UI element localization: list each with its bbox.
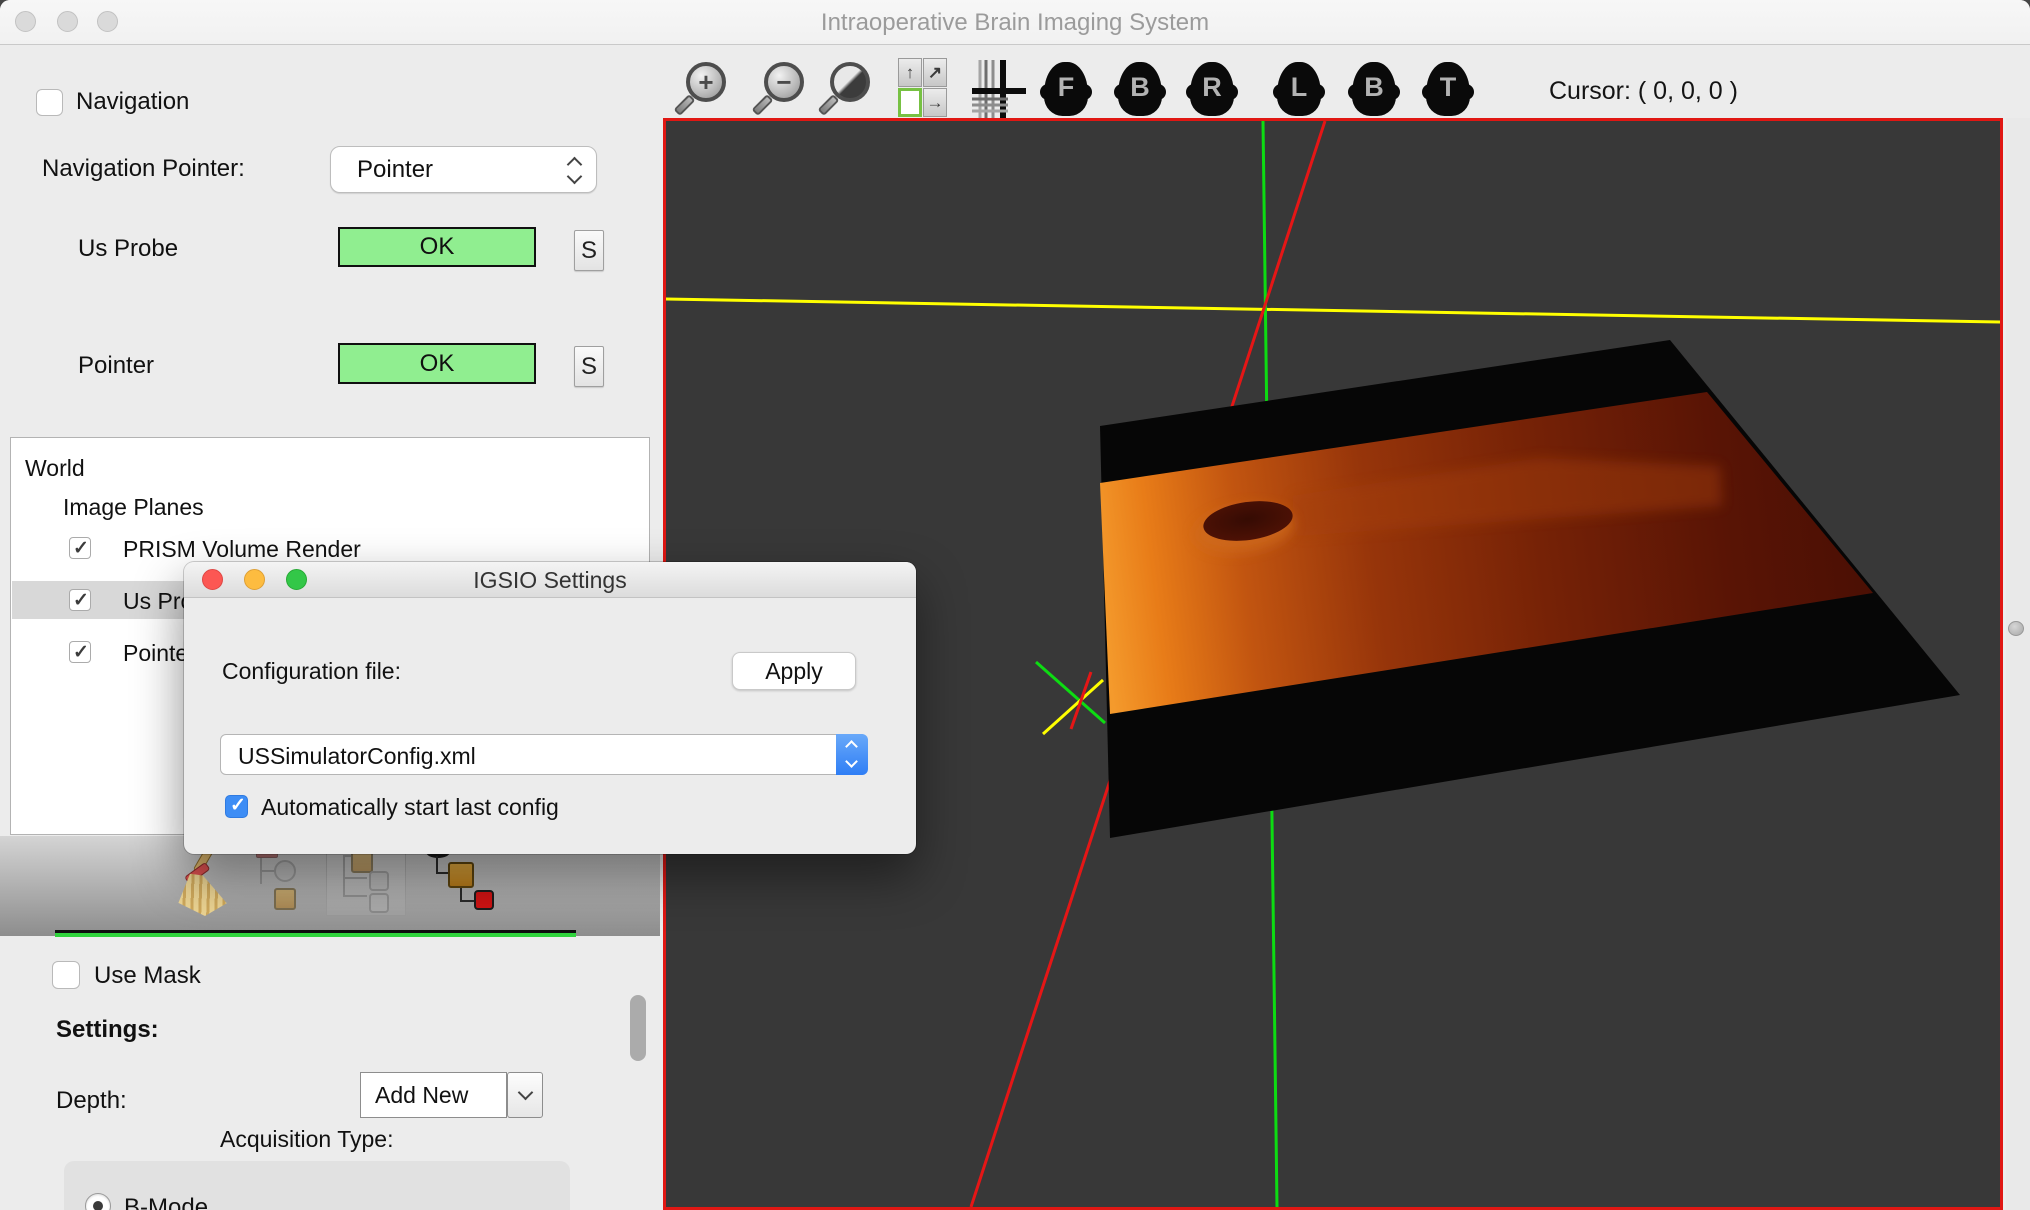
tree-root-world[interactable]: World: [25, 455, 85, 482]
orientation-right-icon[interactable]: R: [1190, 62, 1234, 116]
splitter-handle[interactable]: [2008, 621, 2024, 636]
progress-bar-fill: [55, 933, 576, 937]
navigation-label: Navigation: [76, 88, 189, 116]
magnifier-handle: [752, 94, 774, 116]
orientation-bottom-icon[interactable]: B: [1352, 62, 1396, 116]
orientation-front-icon[interactable]: F: [1044, 62, 1088, 116]
viewport-side-gutter: [2006, 118, 2030, 1210]
arrow-right-icon[interactable]: →: [923, 88, 947, 117]
arrow-diagonal-icon[interactable]: ↗: [923, 58, 947, 87]
pan-arrow-pad-icon[interactable]: ↑ ↗ →: [898, 58, 948, 119]
axial-slice-line: [666, 299, 2000, 322]
check-icon: ✓: [73, 641, 89, 664]
pointer-label: Pointer: [78, 352, 154, 380]
check-icon: ✓: [73, 589, 89, 612]
b-mode-label: B-Mode: [124, 1194, 208, 1210]
check-icon: ✓: [73, 537, 89, 560]
b-mode-radio[interactable]: [85, 1193, 111, 1210]
depth-value: Add New: [375, 1082, 468, 1109]
check-icon: ✓: [230, 794, 246, 817]
zoom-fit-icon[interactable]: [824, 62, 872, 116]
igsio-settings-dialog: IGSIO Settings Configuration file: Apply…: [184, 562, 916, 854]
plus-glyph: +: [690, 66, 722, 98]
arrow-up-icon[interactable]: ↑: [898, 58, 922, 87]
acquisition-type-group: B-Mode: [64, 1161, 570, 1210]
depth-dropdown-button[interactable]: [507, 1072, 543, 1118]
panel-scrollbar-thumb[interactable]: [630, 995, 646, 1061]
orientation-top-icon[interactable]: T: [1426, 62, 1470, 116]
window-titlebar: Intraoperative Brain Imaging System: [0, 0, 2030, 45]
minus-glyph: −: [768, 66, 800, 98]
magnifier-handle: [674, 94, 696, 116]
auto-start-checkbox[interactable]: ✓: [225, 795, 248, 818]
reformat-grid-icon[interactable]: [972, 60, 1026, 118]
us-probe-status-badge: OK: [338, 227, 536, 267]
pointer-status-badge: OK: [338, 343, 536, 384]
us-probe-label: Us Probe: [78, 235, 178, 263]
clear-broom-icon[interactable]: [168, 848, 239, 922]
navigation-pointer-label: Navigation Pointer:: [42, 155, 245, 183]
config-file-value: USSimulatorConfig.xml: [238, 743, 476, 770]
tree-item-label: PRISM Volume Render: [123, 536, 361, 563]
combo-stepper[interactable]: [836, 734, 868, 775]
auto-start-label: Automatically start last config: [261, 794, 559, 821]
acquisition-type-label: Acquisition Type:: [220, 1126, 393, 1153]
depth-combobox[interactable]: Add New: [360, 1072, 507, 1118]
tree-group-image-planes[interactable]: Image Planes: [63, 494, 204, 521]
navigation-checkbox[interactable]: [36, 89, 63, 116]
us-probe-s-button[interactable]: S: [574, 230, 604, 271]
cursor-coordinates: Cursor: ( 0, 0, 0 ): [1549, 77, 1738, 106]
pipeline-output-icon[interactable]: [420, 848, 496, 914]
chevron-up-icon: [845, 740, 858, 753]
window-title: Intraoperative Brain Imaging System: [0, 9, 2030, 37]
chevron-down-icon: [518, 1085, 534, 1101]
magnifier-handle: [818, 94, 840, 116]
orientation-left-icon[interactable]: L: [1277, 62, 1321, 116]
dialog-title: IGSIO Settings: [184, 567, 916, 594]
configuration-file-label: Configuration file:: [222, 658, 401, 685]
use-mask-checkbox[interactable]: [52, 961, 80, 989]
chevron-down-icon: [845, 755, 858, 768]
pointer-s-button[interactable]: S: [574, 346, 604, 387]
pipeline-branch-icon[interactable]: [326, 846, 406, 916]
dialog-titlebar[interactable]: IGSIO Settings: [184, 562, 916, 598]
settings-heading: Settings:: [56, 1016, 159, 1044]
zoom-out-icon[interactable]: −: [758, 62, 806, 116]
use-mask-label: Use Mask: [94, 962, 201, 990]
apply-button[interactable]: Apply: [732, 652, 856, 690]
orientation-back-icon[interactable]: B: [1118, 62, 1162, 116]
chevron-down-icon: [567, 169, 583, 185]
navigation-pointer-value: Pointer: [357, 156, 433, 184]
main-window: Intraoperative Brain Imaging System + − …: [0, 0, 2030, 1210]
probe-axis-green: [1036, 662, 1105, 723]
blank-cell-icon[interactable]: [898, 88, 922, 117]
depth-label: Depth:: [56, 1087, 127, 1115]
pipeline-source-icon[interactable]: [252, 850, 308, 914]
probe-axis-red: [1071, 672, 1091, 729]
navigation-pointer-select[interactable]: Pointer: [330, 146, 597, 193]
zoom-in-icon[interactable]: +: [680, 62, 728, 116]
config-file-combobox[interactable]: USSimulatorConfig.xml: [220, 734, 867, 775]
